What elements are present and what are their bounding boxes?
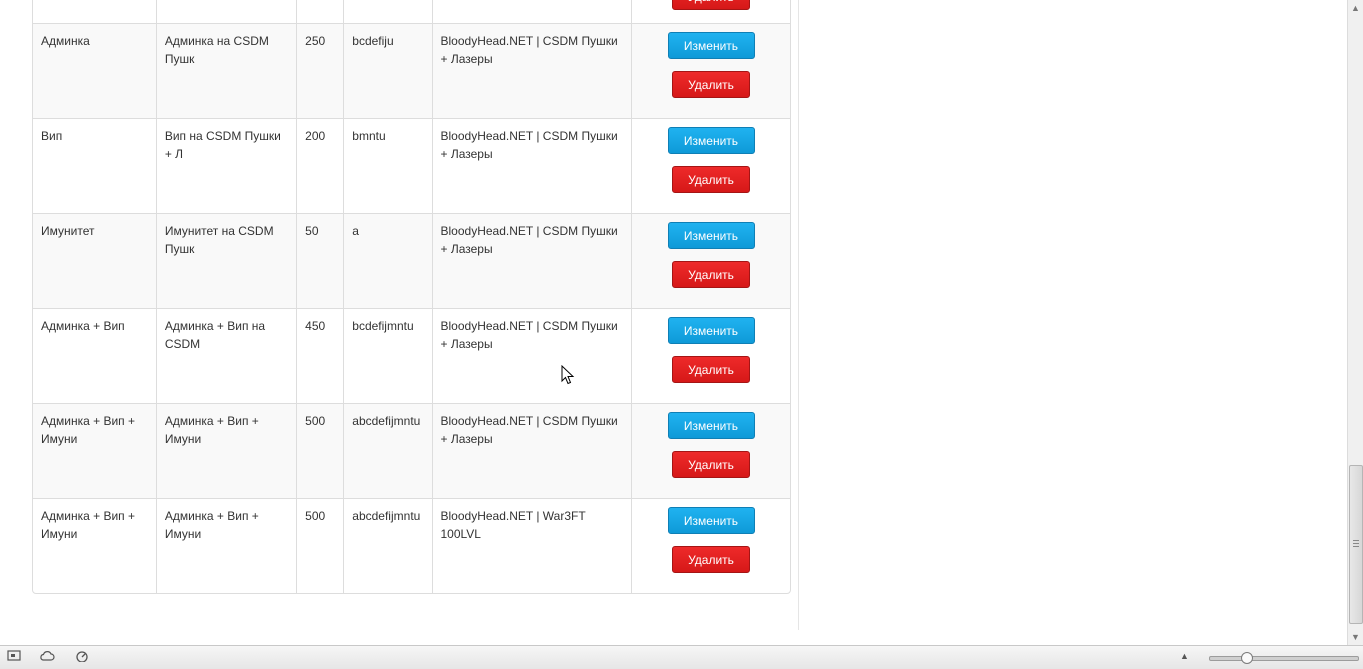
screen-icon[interactable] — [6, 650, 22, 664]
edit-button[interactable]: Изменить — [667, 222, 755, 249]
cell-actions: Изменить Удалить — [631, 23, 790, 119]
cell-flags: bcdefiju — [343, 23, 433, 119]
speedometer-icon[interactable] — [74, 650, 90, 664]
cell-server — [432, 0, 633, 24]
cell-price: 200 — [296, 118, 345, 214]
table-row: Админка Админка на CSDM Пушк 250 bcdefiju Bl… — [33, 23, 790, 119]
zoom-menu-arrow-icon[interactable]: ▲ — [1180, 651, 1189, 661]
cell-price — [296, 0, 345, 24]
table-row: Вип Вип на CSDM Пушки + Л 200 bmntu BloodyHe… — [33, 118, 790, 214]
cell-price: 450 — [296, 308, 345, 404]
cell-actions: Удалить — [632, 0, 790, 24]
cell-description: Админка на CSDM Пушк — [156, 23, 298, 119]
table-row: Имунитет Имунитет на CSDM Пушк 50 a BloodyHe… — [33, 213, 790, 309]
tariffs-table-grid: Удалить АдминкаАдминка на CSDM Пушк250bc… — [33, 0, 790, 593]
cell-actions: Изменить Удалить — [631, 118, 790, 214]
cell-flags: bcdefijmntu — [343, 308, 433, 404]
cell-price: 50 — [296, 213, 345, 309]
mouse-cursor-icon — [561, 365, 575, 385]
cell-server: BloodyHead.NET | CSDM Пушки + Лазеры — [432, 23, 633, 119]
table-row: Админка + Вип + Имуни Админка + Вип + Иму… — [33, 403, 790, 499]
cell-price: 250 — [296, 23, 345, 119]
cell-name: Админка + Вип + Имуни — [33, 403, 157, 499]
tariffs-table: Удалить АдминкаАдминка на CSDM Пушк250bc… — [32, 0, 791, 594]
scroll-up-arrow-icon[interactable]: ▲ — [1348, 0, 1363, 16]
cell-actions: Изменить Удалить — [631, 403, 790, 499]
cell-server: BloodyHead.NET | CSDM Пушки + Лазеры — [432, 403, 633, 499]
status-bar: ▲ — [0, 645, 1363, 669]
cloud-icon[interactable] — [39, 650, 55, 664]
cell-price: 500 — [296, 498, 345, 593]
scroll-down-arrow-icon[interactable]: ▼ — [1348, 629, 1363, 645]
delete-button[interactable]: Удалить — [672, 261, 750, 288]
cell-name: Имунитет — [33, 213, 157, 309]
cell-name — [33, 0, 157, 24]
cell-server: BloodyHead.NET | War3FT 100LVL — [432, 498, 633, 593]
edit-button[interactable]: Изменить — [667, 412, 755, 439]
cell-actions: Изменить Удалить — [631, 498, 790, 593]
delete-button[interactable]: Удалить — [672, 451, 750, 478]
cell-server: BloodyHead.NET | CSDM Пушки + Лазеры — [432, 118, 633, 214]
cell-flags: a — [343, 213, 433, 309]
zoom-slider-knob[interactable] — [1241, 652, 1253, 664]
table-row: Удалить — [33, 0, 790, 24]
cell-description: Админка + Вип + Имуни — [156, 498, 298, 593]
scrollbar-thumb[interactable] — [1349, 465, 1363, 624]
cell-flags: abcdefijmntu — [343, 403, 433, 499]
delete-button[interactable]: Удалить — [672, 71, 750, 98]
cell-flags: bmntu — [343, 118, 433, 214]
cell-name: Админка + Вип — [33, 308, 157, 404]
delete-button[interactable]: Удалить — [672, 166, 750, 193]
vertical-scrollbar[interactable]: ▲ ▼ — [1347, 0, 1363, 645]
cell-description: Админка + Вип на CSDM — [156, 308, 298, 404]
cell-name: Админка — [33, 23, 157, 119]
cell-actions: Изменить Удалить — [631, 213, 790, 309]
grip-icon — [1353, 540, 1359, 547]
page-content: Удалить АдминкаАдминка на CSDM Пушк250bc… — [0, 0, 1347, 645]
table-row: Админка + Вип + Имуни Админка + Вип + Иму… — [33, 498, 790, 593]
cell-price: 500 — [296, 403, 345, 499]
cell-actions: Изменить Удалить — [631, 308, 790, 404]
edit-button[interactable]: Изменить — [667, 32, 755, 59]
cell-description: Вип на CSDM Пушки + Л — [156, 118, 298, 214]
sidebar-divider — [798, 0, 799, 630]
cell-name: Админка + Вип + Имуни — [33, 498, 157, 593]
cell-flags — [343, 0, 433, 24]
zoom-slider[interactable] — [1209, 652, 1359, 664]
cell-server: BloodyHead.NET | CSDM Пушки + Лазеры — [432, 308, 633, 404]
table-row: Админка + Вип Админка + Вип на CSDM 450 bcd… — [33, 308, 790, 404]
edit-button[interactable]: Изменить — [667, 127, 755, 154]
delete-button[interactable]: Удалить — [672, 356, 750, 383]
edit-button[interactable]: Изменить — [667, 507, 755, 534]
delete-button[interactable]: Удалить — [672, 546, 750, 573]
edit-button[interactable]: Изменить — [667, 317, 755, 344]
cell-server: BloodyHead.NET | CSDM Пушки + Лазеры — [432, 213, 633, 309]
cell-description — [156, 0, 298, 24]
cell-description: Имунитет на CSDM Пушк — [156, 213, 298, 309]
cell-description: Админка + Вип + Имуни — [156, 403, 298, 499]
delete-button[interactable]: Удалить — [672, 0, 750, 10]
cell-name: Вип — [33, 118, 157, 214]
cell-flags: abcdefijmntu — [343, 498, 433, 593]
